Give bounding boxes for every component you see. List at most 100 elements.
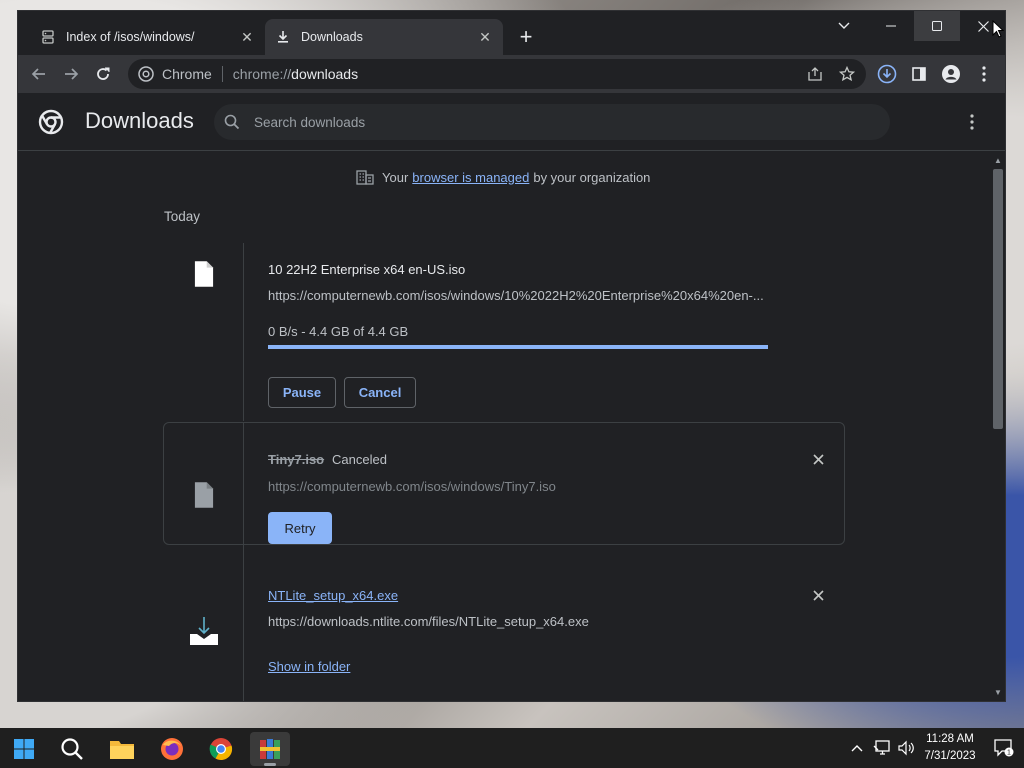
scrollbar-thumb[interactable] (993, 169, 1003, 429)
clock-date: 7/31/2023 (924, 750, 976, 762)
side-panel-button[interactable] (904, 59, 934, 89)
downloads-menu-button[interactable] (962, 109, 982, 135)
clock-time: 11:28 AM (926, 733, 974, 745)
download-filename-link[interactable]: NTLite_setup_x64.exe (268, 588, 398, 603)
mouse-cursor-icon (992, 19, 1005, 43)
network-button[interactable] (872, 728, 892, 768)
maximize-button[interactable] (914, 11, 960, 41)
firefox-button[interactable] (152, 732, 192, 766)
building-icon (356, 169, 374, 185)
browser-window: Index of /isos/windows/ ✕ Downloads ✕ + (18, 11, 1005, 701)
managed-suffix: by your organization (533, 169, 651, 185)
back-button[interactable] (24, 59, 54, 89)
site-chip-label: Chrome (162, 66, 212, 82)
chrome-icon (209, 738, 233, 761)
reload-icon (97, 67, 110, 80)
chrome-logo-icon (38, 109, 64, 135)
volume-button[interactable] (896, 728, 916, 768)
progress-fill (268, 345, 768, 349)
tab-strip: Index of /isos/windows/ ✕ Downloads ✕ + (18, 11, 1005, 55)
kebab-menu-icon (970, 114, 974, 130)
show-in-folder-link[interactable]: Show in folder (268, 659, 350, 674)
firefox-icon (161, 738, 183, 760)
download-url: https://computernewb.com/isos/windows/Ti… (268, 479, 556, 494)
cancel-button[interactable]: Cancel (344, 377, 416, 408)
download-icon (275, 29, 291, 45)
minimize-button[interactable] (868, 11, 914, 41)
minimize-icon (886, 25, 896, 27)
download-progress-bar (268, 345, 768, 349)
chevron-down-icon (838, 22, 850, 29)
download-circle-icon (877, 64, 897, 84)
notification-count: 1 (1007, 750, 1011, 757)
managed-prefix: Your (382, 169, 409, 185)
close-icon (812, 453, 824, 465)
notification-center-button[interactable]: 1 (992, 728, 1016, 768)
downloads-toolbar-button[interactable] (872, 59, 902, 89)
page-scrollbar[interactable]: ▲ ▼ (990, 151, 1005, 701)
notification-icon: 1 (994, 739, 1014, 757)
speaker-icon (898, 740, 914, 756)
close-icon[interactable]: ✕ (237, 27, 257, 47)
start-button[interactable] (4, 732, 44, 766)
download-state-label: Canceled (332, 452, 387, 467)
close-icon[interactable]: ✕ (475, 27, 495, 47)
downloads-page: Downloads Search downloads Your browser … (18, 93, 1005, 701)
downloads-header: Downloads Search downloads (18, 93, 1005, 151)
search-icon (61, 738, 83, 760)
new-tab-button[interactable]: + (514, 24, 538, 49)
address-bar[interactable]: Chrome chrome://downloads (128, 59, 866, 89)
server-icon (40, 29, 56, 45)
share-button[interactable] (801, 59, 829, 89)
forward-button[interactable] (56, 59, 86, 89)
profile-button[interactable] (936, 59, 966, 89)
star-icon (839, 66, 855, 82)
download-url: https://downloads.ntlite.com/files/NTLit… (268, 614, 589, 629)
file-explorer-button[interactable] (102, 732, 142, 766)
managed-notice: Your browser is managed by your organiza… (356, 167, 650, 187)
search-input[interactable]: Search downloads (214, 104, 890, 140)
winrar-icon (260, 739, 280, 759)
browser-toolbar: Chrome chrome://downloads (18, 55, 1005, 93)
side-panel-icon (912, 67, 926, 81)
scroll-down-icon[interactable]: ▼ (993, 687, 1003, 697)
pause-button[interactable]: Pause (268, 377, 336, 408)
tab-index-isos[interactable]: Index of /isos/windows/ ✕ (30, 19, 265, 55)
chrome-logo-icon (138, 66, 154, 82)
tray-overflow-button[interactable] (848, 728, 866, 768)
maximize-icon (932, 21, 942, 31)
network-icon (873, 740, 890, 755)
chrome-menu-button[interactable] (969, 59, 999, 89)
tab-downloads[interactable]: Downloads ✕ (265, 19, 503, 55)
chrome-button[interactable] (201, 732, 241, 766)
download-filename: 10 22H2 Enterprise x64 en-US.iso (268, 262, 466, 277)
kebab-menu-icon (982, 66, 986, 82)
close-icon (812, 589, 824, 601)
search-icon (224, 114, 240, 130)
site-chip[interactable]: Chrome (138, 66, 212, 82)
tab-title: Downloads (301, 30, 363, 44)
remove-item-button[interactable] (808, 449, 828, 469)
reload-button[interactable] (88, 59, 118, 89)
chevron-up-icon (851, 745, 863, 752)
taskbar-clock[interactable]: 11:28 AM 7/31/2023 (918, 731, 982, 765)
remove-item-button[interactable] (808, 585, 828, 605)
winrar-button[interactable] (250, 732, 290, 766)
tab-search-button[interactable] (821, 11, 867, 41)
scroll-up-icon[interactable]: ▲ (993, 155, 1003, 165)
managed-link[interactable]: browser is managed (412, 170, 529, 185)
retry-button[interactable]: Retry (268, 512, 332, 544)
taskbar-search-button[interactable] (52, 732, 92, 766)
search-placeholder: Search downloads (254, 114, 366, 130)
download-url: https://computernewb.com/isos/windows/10… (268, 288, 764, 303)
avatar-icon (942, 65, 960, 83)
close-icon (977, 20, 989, 32)
url-host: downloads (291, 66, 359, 82)
arrow-right-icon (65, 68, 79, 80)
item-divider (243, 423, 244, 544)
download-arrow-icon (188, 615, 220, 647)
bookmark-button[interactable] (833, 59, 861, 89)
page-title: Downloads (85, 108, 194, 133)
file-icon (194, 259, 214, 289)
omnibox-divider (221, 66, 223, 82)
